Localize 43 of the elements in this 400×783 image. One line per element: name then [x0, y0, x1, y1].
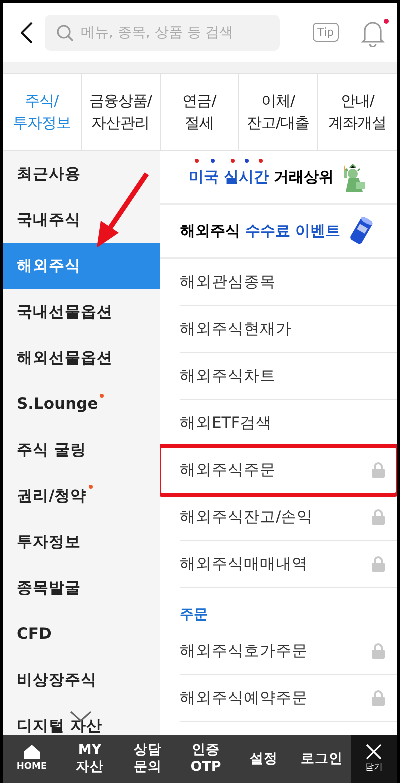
sidebar-item[interactable]: 권리/청약 — [3, 473, 160, 519]
sidebar-item[interactable]: 최근사용 — [3, 151, 160, 197]
sidebar-item[interactable]: 종목발굴 — [3, 565, 160, 611]
menu-item[interactable]: 해외주식현재가 — [180, 306, 397, 353]
sidebar-item[interactable]: 국내주식 — [3, 197, 160, 243]
sidebar-item[interactable]: 비상장주식 — [3, 657, 160, 703]
menu-item[interactable]: 해외주식잔고/손익 — [180, 494, 397, 541]
menu-item[interactable]: 해외관심종목 — [180, 259, 397, 306]
sidebar-item[interactable]: 해외선물옵션 — [3, 335, 160, 381]
home-button[interactable]: HOME — [3, 735, 61, 783]
nav-button[interactable]: 로그인 — [293, 735, 351, 783]
close-icon — [366, 744, 382, 760]
menu-tab[interactable]: 연금/ 절세 — [160, 74, 240, 150]
section-heading: 주문 — [180, 606, 209, 625]
nav-button[interactable]: MY 자산 — [61, 735, 119, 783]
nav-button[interactable]: 설정 — [235, 735, 293, 783]
home-icon — [24, 745, 40, 759]
close-button[interactable]: 닫기 — [351, 735, 397, 783]
search-field[interactable]: 메뉴, 종목, 상품 등 검색 — [45, 14, 280, 50]
sidebar-item[interactable]: 주식 굴링 — [3, 427, 160, 473]
menu-item[interactable]: 해외주식호가주문 — [180, 628, 397, 675]
menu-item[interactable]: 해외ETF검색 — [180, 400, 397, 447]
sidebar-item[interactable]: 해외주식 — [3, 243, 160, 289]
menu-tab[interactable]: 금융상품/ 자산관리 — [82, 74, 161, 150]
back-icon[interactable] — [21, 22, 33, 44]
tip-button[interactable]: Tip — [312, 23, 339, 42]
banner-link[interactable]: 미국 실시간 거래상위 — [188, 168, 334, 186]
menu-item[interactable]: 해외주식주문 — [160, 447, 397, 494]
nav-button[interactable]: 인증 OTP — [177, 735, 235, 783]
menu-tab[interactable]: 이체/ 잔고/대출 — [239, 74, 318, 150]
banner-link[interactable]: 해외주식 수수료 이벤트 — [180, 222, 341, 240]
menu-item[interactable]: 해외주식예약주문 — [180, 675, 397, 722]
menu-tab[interactable]: 안내/ 계좌개설 — [318, 74, 397, 150]
search-icon — [57, 24, 74, 42]
sidebar-item[interactable]: CFD — [3, 611, 160, 657]
sidebar-item[interactable]: S.Lounge — [3, 381, 160, 427]
sidebar-item[interactable]: 투자정보 — [3, 519, 160, 565]
nav-button[interactable]: 상담 문의 — [119, 735, 177, 783]
menu-item[interactable]: 해외주식차트 — [180, 353, 397, 400]
sidebar-item[interactable]: 국내선물옵션 — [3, 289, 160, 335]
menu-tab[interactable]: 주식/ 투자정보 — [3, 74, 82, 150]
sidebar-item[interactable]: 디지털 자산 — [3, 703, 160, 735]
menu-item[interactable]: 해외주식매매내역 — [180, 541, 397, 588]
